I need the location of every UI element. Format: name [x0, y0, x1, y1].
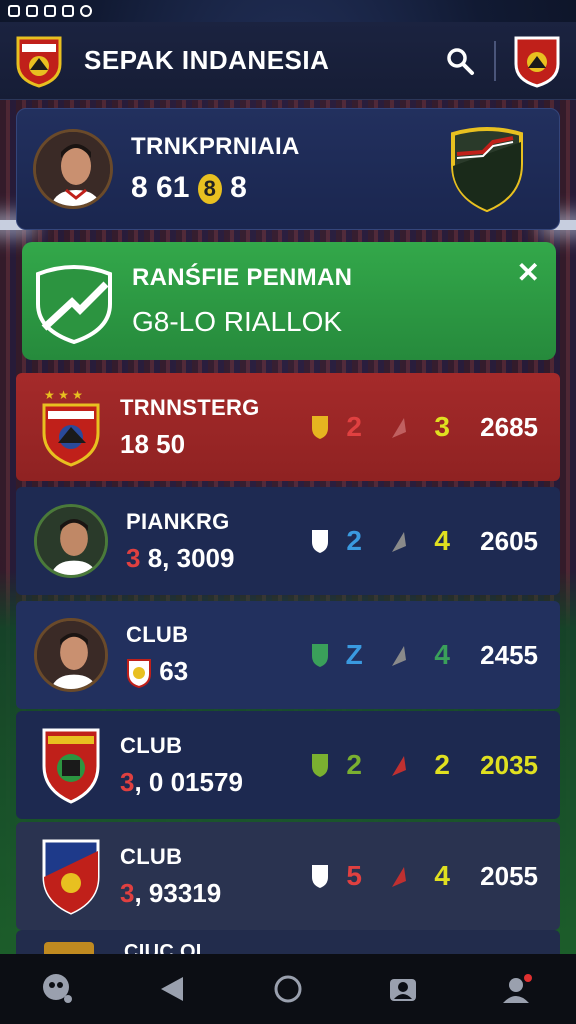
club-crest-icon [42, 839, 100, 915]
player-value: 8 61 8 8 [131, 171, 447, 205]
value-rest: 63 [159, 655, 189, 686]
stat-year: 2605 [480, 525, 538, 556]
shield-check-icon [36, 265, 112, 344]
pointer-icon [392, 646, 407, 666]
shield-icon [312, 416, 329, 439]
list-item-value: 3 8, 3009 [126, 543, 310, 574]
player-avatar [34, 618, 108, 692]
club-crest-icon [44, 942, 94, 954]
account-icon [503, 974, 533, 1003]
pointer-icon [392, 867, 407, 887]
team-shield-icon [451, 127, 523, 213]
pointer-icon [392, 756, 407, 776]
stat-value: 4 [434, 525, 450, 556]
list-item-name: TRNNSTERG [120, 394, 260, 420]
club-badge-icon [127, 659, 151, 689]
status-icon [80, 5, 92, 17]
player-value-b: 8 [230, 171, 247, 204]
list-item-value: 18 50 [120, 428, 186, 459]
stat-value: 4 [434, 860, 450, 891]
pointer-icon [392, 418, 407, 438]
svg-text:★ ★ ★: ★ ★ ★ [44, 388, 83, 402]
stats-group: 5 4 2055 [310, 860, 538, 892]
stats-group: Z 4 2455 [310, 639, 538, 671]
value-rest: 8, 3009 [147, 542, 235, 573]
nav-home-button[interactable] [266, 967, 310, 1011]
shield-icon [312, 530, 329, 553]
status-icon [8, 5, 20, 17]
stat-value: 4 [434, 639, 450, 670]
nav-back-button[interactable] [151, 967, 195, 1011]
header-divider [494, 40, 496, 81]
profile-crest[interactable] [512, 34, 562, 88]
app-header: SEPAK INDANESIA [0, 22, 576, 100]
list-item-name: CLUB [120, 732, 183, 758]
stat-year: 2685 [480, 411, 538, 442]
value-accent: 3 [120, 877, 135, 908]
list-item[interactable]: CLUB 3, 0 01579 2 2 2035 [16, 711, 560, 819]
list-item-name: CLUB [126, 621, 189, 647]
list-item[interactable]: CLUB 3, 93319 5 4 2055 [16, 822, 560, 930]
shield-icon [312, 644, 329, 667]
transfer-title: RANŚFIE PENMAN [132, 264, 353, 291]
player-avatar [34, 504, 108, 578]
stat-value: 5 [346, 860, 362, 891]
value-accent: 3 [126, 542, 141, 573]
player-avatar [33, 129, 113, 209]
profile-icon [390, 979, 417, 1001]
player-value-a: 8 61 [131, 171, 190, 204]
ball-icon [42, 974, 72, 1003]
bottom-navigation [0, 954, 576, 1024]
featured-player-card[interactable]: TRNKPRNIAIA 8 61 8 8 [16, 108, 560, 230]
nav-ball-button[interactable] [36, 967, 80, 1011]
stats-group: 2 2 2035 [310, 749, 538, 781]
player-name: TRNKPRNIAIA [131, 133, 300, 160]
stats-group: 2 3 2685 [310, 411, 538, 443]
close-icon[interactable]: ✕ [517, 256, 540, 289]
shield-icon [312, 865, 329, 888]
club-crest-icon [42, 728, 100, 804]
shield-icon [312, 754, 329, 777]
page-title: SEPAK INDANESIA [84, 45, 330, 75]
nav-account-button[interactable] [496, 967, 540, 1011]
stat-value: 3 [434, 411, 450, 442]
list-item-name: PIANKRG [126, 508, 230, 534]
list-item-value: 3, 0 01579 [120, 767, 310, 798]
stat-value: 2 [346, 749, 362, 780]
list-item[interactable]: ★ ★ ★ TRNNSTERG 18 50 2 3 2685 [16, 373, 560, 481]
stat-year: 2055 [480, 860, 538, 891]
club-logo[interactable] [14, 34, 64, 88]
home-icon [274, 975, 302, 1003]
list-item-name: CLUB [120, 843, 183, 869]
value-rest: , 93319 [134, 877, 222, 908]
stat-value: Z [345, 639, 363, 670]
status-icon [26, 5, 38, 17]
list-item[interactable]: PIANKRG 3 8, 3009 2 4 2605 [16, 487, 560, 595]
club-crest-icon: ★ ★ ★ [42, 388, 100, 467]
stat-value: 2 [346, 525, 362, 556]
pointer-icon [392, 532, 407, 552]
stat-value: 2 [434, 749, 450, 780]
nav-profile-button[interactable] [381, 967, 425, 1011]
list-item-value: 3, 93319 [120, 878, 310, 909]
transfer-subtitle: G8-LO RIALLOK [132, 306, 343, 337]
status-icon [62, 5, 74, 17]
stat-year: 2035 [480, 749, 538, 780]
value-rest: , 0 01579 [134, 766, 243, 797]
status-icon [44, 5, 56, 17]
stat-year: 2455 [480, 639, 538, 670]
search-icon [447, 47, 474, 75]
status-bar [0, 0, 576, 22]
value-accent: 3 [120, 766, 135, 797]
back-icon [160, 977, 183, 1001]
coin-icon: 8 [197, 174, 222, 205]
transfer-banner[interactable]: RANŚFIE PENMAN G8-LO RIALLOK ✕ [22, 242, 556, 360]
list-item[interactable]: CLUB 63 Z 4 2455 [16, 601, 560, 709]
stats-group: 2 4 2605 [310, 525, 538, 557]
stat-value: 2 [346, 411, 362, 442]
list-item-value: 63 [126, 655, 310, 689]
search-button[interactable] [440, 41, 480, 81]
